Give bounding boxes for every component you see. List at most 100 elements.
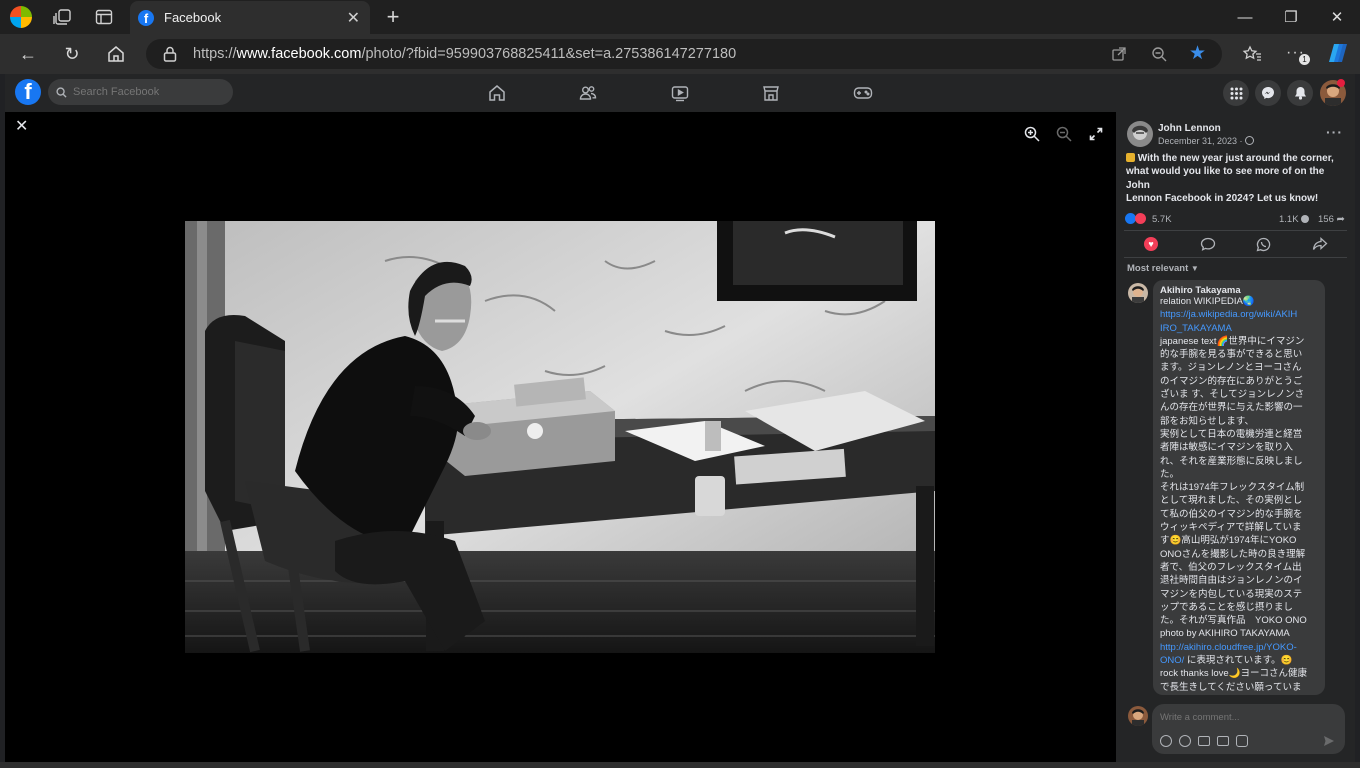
sort-comments-dropdown[interactable]: Most relevant ▼	[1127, 262, 1199, 275]
react-button[interactable]: ♥	[1144, 237, 1158, 251]
comment-line: で長生きしてください願っていま	[1160, 681, 1302, 693]
notifications-button[interactable]	[1287, 80, 1313, 106]
marketplace-icon	[763, 86, 779, 101]
back-icon[interactable]: ←	[10, 34, 46, 74]
comment-body: relation WIKIPEDIA🌏 https://ja.wikipedia.…	[1160, 295, 1320, 694]
comment-bubble: Akihiro Takayama relation WIKIPEDIA🌏 http…	[1153, 280, 1325, 695]
home-button-icon[interactable]	[98, 34, 134, 74]
browser-bottom-edge	[0, 762, 1360, 768]
menu-button[interactable]	[1223, 80, 1249, 106]
new-tab-button[interactable]: +	[382, 6, 404, 28]
comment-line: す😊高山明弘が1974年にYOKO	[1160, 535, 1297, 547]
search-box[interactable]	[48, 79, 233, 105]
comment-line: photo by AKIHIRO TAKAYAMA	[1160, 628, 1290, 640]
zoom-in-icon[interactable]	[1024, 126, 1040, 142]
copilot-icon[interactable]	[1326, 41, 1350, 65]
lock-icon[interactable]	[162, 45, 178, 63]
bell-icon	[1294, 87, 1306, 100]
comment-line: 者で、伯父のフレックスタイム出	[1160, 561, 1302, 573]
comment-icon	[1200, 237, 1216, 251]
zoom-out-address-icon[interactable]	[1151, 46, 1167, 62]
refresh-icon[interactable]: ↻	[54, 34, 90, 74]
url-text[interactable]: https://www.facebook.com/photo/?fbid=959…	[193, 46, 736, 62]
globe-icon	[1245, 136, 1255, 145]
comment-line: 退社時間自由はジョンレノンのイ	[1160, 575, 1303, 587]
whatsapp-share-button[interactable]	[1256, 237, 1271, 252]
search-icon	[56, 86, 67, 98]
avatar-sticker-icon[interactable]	[1160, 735, 1172, 747]
nav-gaming-tab[interactable]	[846, 80, 880, 106]
author-avatar[interactable]	[1127, 121, 1153, 147]
gif-icon[interactable]	[1217, 736, 1229, 746]
comment-line: 実例として日本の電機労連と経営	[1160, 428, 1303, 440]
share-icon	[1312, 237, 1328, 250]
messenger-button[interactable]	[1255, 80, 1281, 106]
zoom-out-icon[interactable]	[1056, 126, 1072, 142]
sticker-icon[interactable]	[1236, 735, 1248, 747]
comment-line: ざいま す、そしてジョンレノンさ	[1160, 389, 1305, 401]
comment-line: た。	[1160, 468, 1180, 480]
divider	[1124, 230, 1347, 231]
reactions-count[interactable]: 5.7K	[1152, 213, 1172, 226]
share-button[interactable]	[1312, 237, 1328, 251]
photo-john-lennon-typewriter[interactable]	[185, 221, 935, 653]
profile-logo-icon[interactable]	[10, 6, 32, 28]
nav-watch-tab[interactable]	[663, 80, 697, 106]
comment-line[interactable]: https://ja.wikipedia.org/wiki/AKIH	[1160, 308, 1320, 321]
comment-button[interactable]	[1200, 237, 1216, 251]
search-input[interactable]	[71, 85, 225, 99]
comment-line: それは1974年フレックスタイム制	[1160, 482, 1305, 494]
home-icon	[489, 85, 505, 101]
send-icon[interactable]	[1323, 734, 1335, 746]
comment-line: た。それが写真作品 YOKO ONO	[1160, 615, 1307, 627]
workspaces-icon[interactable]	[52, 8, 72, 26]
caret-down-icon: ▼	[1190, 264, 1199, 273]
comment-line[interactable]: IRO_TAKAYAMA	[1160, 322, 1320, 335]
comment-line: 部をお知らせします、	[1160, 415, 1255, 427]
window-close-button[interactable]: ✕	[1314, 0, 1360, 34]
party-emoji-icon	[1126, 153, 1135, 162]
comment-line: ます。ジョンレノンとヨーコさん	[1160, 362, 1302, 374]
comment-line: ップであることを感じ摂りまし	[1160, 601, 1293, 613]
fullscreen-icon[interactable]	[1089, 127, 1103, 141]
nav-marketplace-tab[interactable]	[754, 80, 788, 106]
post-author-name[interactable]: John Lennon	[1158, 122, 1221, 135]
grid-menu-icon	[1230, 87, 1242, 99]
love-reaction-icon	[1135, 213, 1146, 224]
facebook-favicon-icon: f	[138, 9, 154, 26]
comments-count[interactable]: 1.1K	[1279, 213, 1310, 226]
comment-line: として現れました、その実例とし	[1160, 495, 1303, 507]
comment-line: のイマジン的存在にありがとうご	[1160, 375, 1303, 387]
share-count-icon: ➦	[1336, 214, 1345, 225]
comment-text-tail: に表現されています。😊	[1184, 655, 1293, 667]
shares-count[interactable]: 156 ➦	[1318, 213, 1345, 226]
comment-line: て私の伯父のイマジン的な手腕を	[1160, 508, 1303, 520]
tab-title: Facebook	[164, 10, 222, 25]
emoji-icon[interactable]	[1179, 735, 1191, 747]
open-in-app-icon[interactable]	[1112, 47, 1126, 61]
nav-friends-tab[interactable]	[571, 80, 605, 106]
facebook-logo-icon[interactable]: f	[15, 79, 41, 105]
comment-line[interactable]: http://akihiro.cloudfree.jp/YOKO-	[1160, 641, 1320, 654]
comment-input[interactable]	[1158, 708, 1342, 726]
close-viewer-icon[interactable]: ✕	[15, 119, 31, 135]
comment-link-tail[interactable]: ONO/	[1160, 655, 1184, 666]
post-options-icon[interactable]: ···	[1326, 124, 1343, 140]
nav-home-tab[interactable]	[480, 80, 514, 106]
notification-dot	[1337, 79, 1345, 87]
favorites-icon[interactable]	[1242, 45, 1262, 63]
restore-button[interactable]: ❐	[1268, 0, 1314, 34]
tab-actions-icon[interactable]	[95, 9, 113, 25]
commenter-avatar[interactable]	[1128, 283, 1148, 303]
camera-icon[interactable]	[1198, 736, 1210, 746]
tab-close-icon[interactable]: ✕	[347, 8, 360, 28]
composer-avatar[interactable]	[1128, 706, 1148, 726]
comment-line: ウィッキペディアで詳解していま	[1160, 522, 1302, 534]
post-date[interactable]: December 31, 2023 ·	[1158, 135, 1255, 148]
comment-line: マジンを内包している現実のステ	[1160, 588, 1303, 600]
browser-tab-facebook[interactable]: f Facebook ✕	[130, 1, 370, 34]
messenger-icon	[1262, 87, 1274, 99]
favorite-star-icon[interactable]: ★	[1189, 44, 1209, 64]
comment-line: ONOさんを撮影した時の良き理解	[1160, 548, 1306, 560]
minimize-button[interactable]: —	[1222, 0, 1268, 34]
